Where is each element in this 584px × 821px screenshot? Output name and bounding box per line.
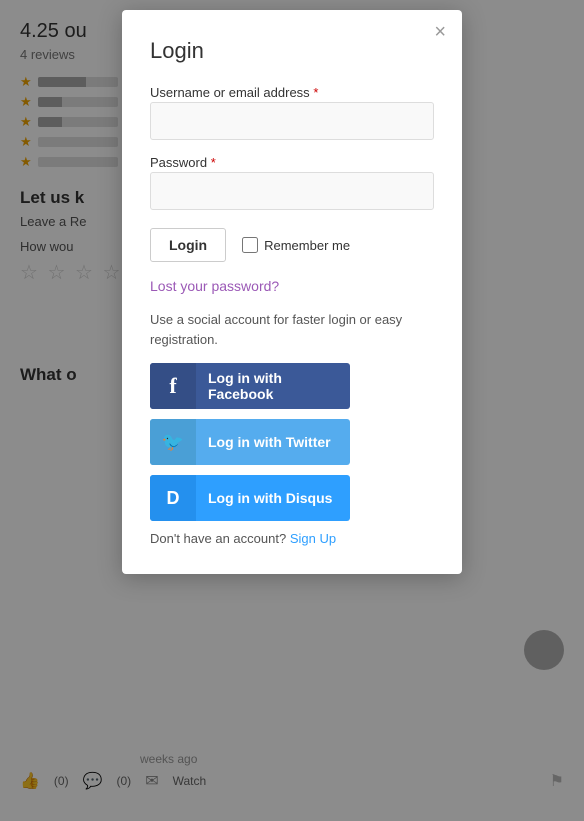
username-input[interactable]: [150, 102, 434, 140]
facebook-icon: f: [169, 373, 176, 399]
password-input[interactable]: [150, 172, 434, 210]
disqus-icon-box: D: [150, 475, 196, 521]
username-label: Username or email address *: [150, 85, 318, 100]
lost-password-link[interactable]: Lost your password?: [150, 278, 279, 294]
disqus-icon: D: [167, 488, 180, 509]
remember-me-checkbox[interactable]: [242, 237, 258, 253]
twitter-icon: 🐦: [162, 432, 184, 453]
social-hint-text: Use a social account for faster login or…: [150, 310, 434, 349]
disqus-login-button[interactable]: D Log in with Disqus: [150, 475, 350, 521]
remember-me-text: Remember me: [264, 238, 350, 253]
username-required: *: [313, 85, 318, 100]
twitter-login-button[interactable]: 🐦 Log in with Twitter: [150, 419, 350, 465]
facebook-btn-label: Log in with Facebook: [196, 370, 350, 402]
password-required: *: [211, 155, 216, 170]
disqus-btn-label: Log in with Disqus: [196, 490, 344, 506]
signup-link[interactable]: Sign Up: [290, 531, 336, 546]
signup-row: Don't have an account? Sign Up: [150, 531, 434, 546]
close-button[interactable]: ×: [434, 22, 446, 42]
login-modal: Login × Username or email address * Pass…: [122, 10, 462, 574]
modal-title: Login: [150, 38, 434, 64]
twitter-btn-label: Log in with Twitter: [196, 434, 343, 450]
facebook-login-button[interactable]: f Log in with Facebook: [150, 363, 350, 409]
modal-overlay: Login × Username or email address * Pass…: [0, 0, 584, 821]
twitter-icon-box: 🐦: [150, 419, 196, 465]
password-label: Password *: [150, 155, 216, 170]
login-button[interactable]: Login: [150, 228, 226, 262]
login-row: Login Remember me: [150, 228, 434, 262]
no-account-text: Don't have an account?: [150, 531, 286, 546]
facebook-icon-box: f: [150, 363, 196, 409]
remember-me-label[interactable]: Remember me: [242, 237, 350, 253]
